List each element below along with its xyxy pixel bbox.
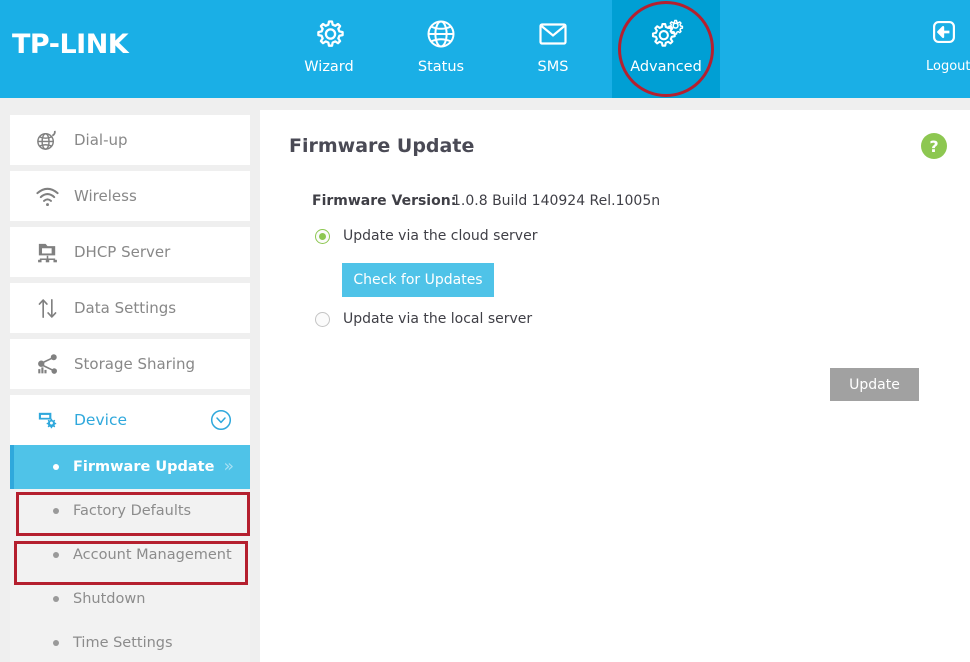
sidebar-label-storage-sharing: Storage Sharing [74, 355, 196, 373]
sidebar-item-storage-sharing[interactable]: Storage Sharing [10, 339, 250, 389]
radio-update-via-cloud-server[interactable]: Update via the cloud server [315, 228, 537, 244]
network-monitor-icon [34, 239, 60, 265]
device-gear-icon [34, 407, 60, 433]
nav-item-status[interactable]: Status [387, 0, 495, 98]
sidebar-item-wireless[interactable]: Wireless [10, 171, 250, 221]
globe-icon [421, 14, 461, 54]
sidebar: Dial-up Wireless DHCP Server Data Settin… [0, 98, 250, 662]
update-button[interactable]: Update [830, 368, 919, 401]
check-for-updates-button[interactable]: Check for Updates [342, 263, 494, 297]
sidebar-item-dial-up[interactable]: Dial-up [10, 115, 250, 165]
sidebar-item-dhcp-server[interactable]: DHCP Server [10, 227, 250, 277]
firmware-version-label: Firmware Version: [312, 193, 457, 209]
submenu-label-factory-defaults: Factory Defaults [73, 503, 192, 519]
double-gear-icon [646, 14, 686, 54]
tp-link-logo: TP-LINK [12, 29, 129, 60]
radio-label-cloud: Update via the cloud server [343, 228, 538, 244]
nav-item-advanced[interactable]: Advanced [612, 0, 720, 98]
sidebar-label-data-settings: Data Settings [74, 299, 177, 317]
nav-label-sms: SMS [537, 59, 569, 75]
sidebar-item-device[interactable]: Device [10, 395, 250, 445]
nav-item-sms[interactable]: SMS [499, 0, 607, 98]
device-submenu: Firmware Update » Factory Defaults Accou… [10, 445, 250, 662]
page-title: Firmware Update [289, 135, 475, 157]
sidebar-label-device: Device [74, 411, 128, 429]
share-nodes-icon [34, 351, 60, 377]
bullet-icon [53, 596, 59, 602]
submenu-item-account-management[interactable]: Account Management [10, 533, 250, 577]
router-admin-page: TP-LINK Wizard Status SMS Advanced Logou… [0, 0, 970, 662]
logout-arrow-icon [926, 14, 966, 54]
submenu-active-accent [10, 445, 14, 489]
bullet-icon [53, 552, 59, 558]
nav-item-logout[interactable]: Logout [916, 0, 970, 98]
wifi-icon [34, 183, 60, 209]
radio-button-icon [315, 228, 330, 244]
submenu-item-shutdown[interactable]: Shutdown [10, 577, 250, 621]
help-icon[interactable]: ? [921, 133, 947, 159]
sidebar-label-dial-up: Dial-up [74, 131, 128, 149]
submenu-item-firmware-update[interactable]: Firmware Update » [10, 445, 250, 489]
gear-icon [309, 14, 349, 54]
nav-label-wizard: Wizard [304, 59, 354, 75]
globe-signal-icon [34, 127, 60, 153]
radio-update-via-local-server[interactable]: Update via the local server [315, 311, 532, 327]
firmware-version-value: 1.0.8 Build 140924 Rel.1005n [452, 193, 661, 209]
envelope-icon [533, 14, 573, 54]
bullet-icon [53, 508, 59, 514]
submenu-item-factory-defaults[interactable]: Factory Defaults [10, 489, 250, 533]
nav-label-status: Status [417, 59, 465, 75]
submenu-label-time-settings: Time Settings [73, 635, 173, 651]
nav-item-wizard[interactable]: Wizard [275, 0, 383, 98]
main-content: Firmware Update ? Firmware Version: 1.0.… [260, 110, 970, 662]
submenu-label-shutdown: Shutdown [73, 591, 146, 607]
sidebar-item-data-settings[interactable]: Data Settings [10, 283, 250, 333]
submenu-label-firmware-update: Firmware Update [73, 459, 215, 475]
submenu-item-time-settings[interactable]: Time Settings [10, 621, 250, 662]
radio-button-icon [315, 311, 330, 327]
double-chevron-right-icon: » [223, 456, 234, 477]
sidebar-label-dhcp: Wireless [74, 187, 137, 205]
nav-label-advanced: Advanced [630, 59, 702, 75]
bullet-icon [53, 464, 59, 470]
bullet-icon [53, 640, 59, 646]
up-down-arrows-icon [34, 295, 60, 321]
radio-label-local: Update via the local server [343, 311, 533, 327]
top-header: TP-LINK Wizard Status SMS Advanced Logou… [0, 0, 970, 98]
submenu-label-account-management: Account Management [73, 547, 232, 563]
nav-label-logout: Logout [926, 59, 970, 74]
chevron-down-icon[interactable] [210, 409, 232, 431]
sidebar-label-dhcp-server: DHCP Server [74, 243, 171, 261]
